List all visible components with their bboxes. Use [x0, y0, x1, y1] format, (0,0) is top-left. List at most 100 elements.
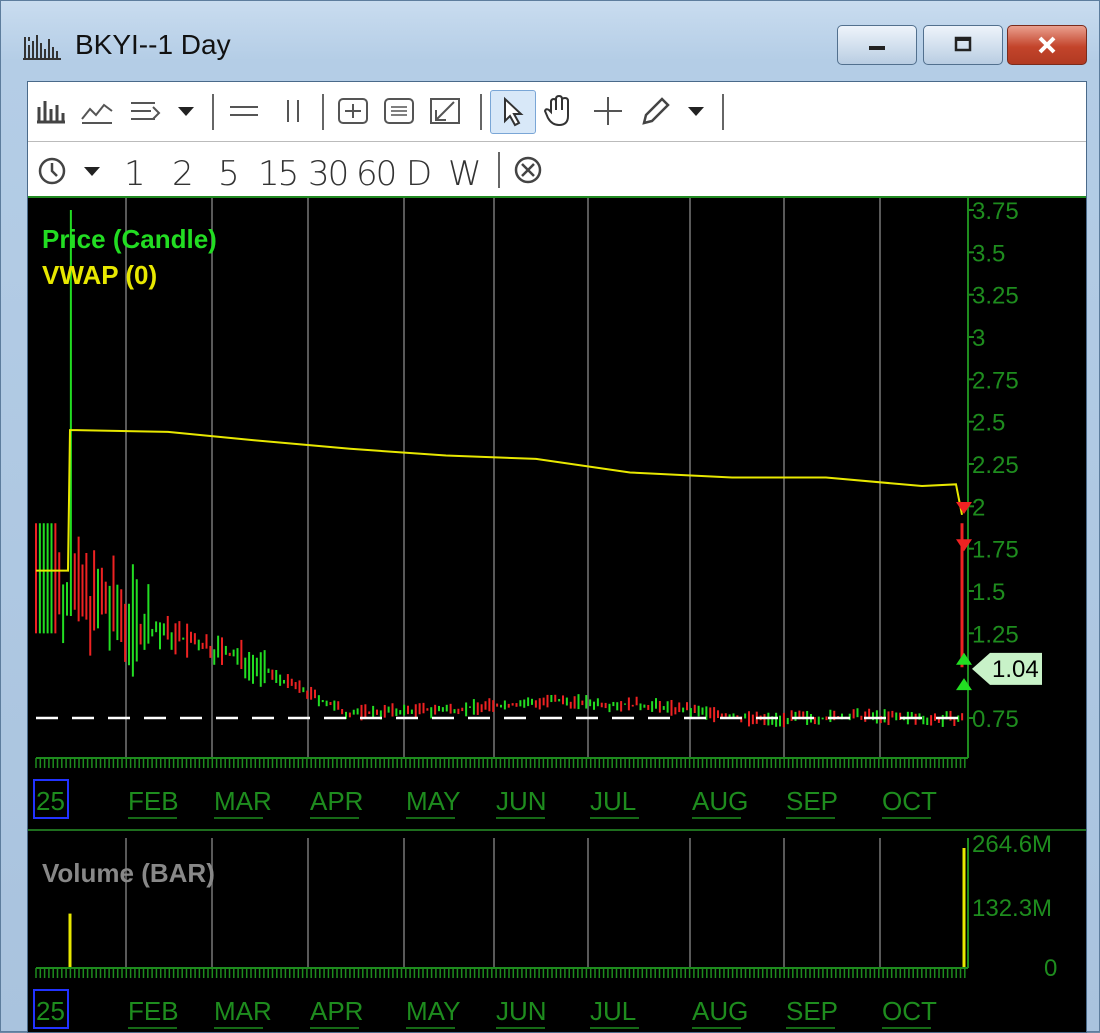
interval-60[interactable]: 60 [356, 154, 397, 194]
time-axis-label: JUL [590, 786, 636, 816]
crosshair-icon [594, 97, 622, 125]
interval-15[interactable]: 15 [258, 154, 299, 194]
price-tick-label: 3 [972, 325, 985, 352]
interval-1[interactable]: 1 [124, 154, 146, 194]
time-axis-label: JUN [496, 786, 547, 816]
price-tick-label: 2.5 [972, 410, 1005, 437]
dropdown-icon [178, 107, 194, 116]
separator [480, 94, 482, 130]
indicators-icon [81, 103, 113, 124]
maximize-icon [954, 36, 972, 52]
zoom-in-button[interactable] [334, 94, 372, 128]
time-axis-label: JUN [496, 996, 547, 1026]
fit-icon [430, 98, 460, 124]
pencil-dropdown[interactable] [684, 98, 708, 124]
separator [212, 94, 214, 130]
vertical-line-icon [287, 100, 299, 122]
indicators-button[interactable] [78, 94, 116, 128]
drawing-toolbar [28, 82, 1086, 142]
studies-dropdown[interactable] [174, 98, 198, 124]
chart-background [28, 198, 1086, 1032]
hand-icon [543, 94, 569, 127]
volume-tick-label: 132.3M [972, 895, 1052, 922]
vertical-line-button[interactable] [276, 94, 310, 128]
time-axis-label: MAY [406, 786, 460, 816]
interval-2[interactable]: 2 [172, 154, 194, 194]
time-axis-label: APR [310, 786, 363, 816]
time-axis-label: MAR [214, 996, 272, 1026]
price-tick-label: 3.25 [972, 283, 1019, 310]
minimize-icon [869, 46, 885, 50]
close-button[interactable] [1007, 25, 1087, 65]
crosshair-button[interactable] [590, 94, 626, 128]
price-tick-label: 2.25 [972, 452, 1019, 479]
time-axis-label: SEP [786, 786, 838, 816]
interval-clock-button[interactable] [34, 154, 70, 188]
minimize-button[interactable] [837, 25, 917, 65]
interval-toolbar: 1 2 5 15 30 60 D W [28, 142, 1086, 198]
chart-bars-icon [23, 35, 61, 60]
studies-button[interactable] [128, 94, 164, 128]
clock-icon [38, 157, 66, 185]
close-chart-button[interactable] [510, 152, 546, 188]
time-axis-label: APR [310, 996, 363, 1026]
time-axis-label: MAR [214, 786, 272, 816]
dropdown-icon [84, 167, 100, 176]
chart-type-icon [37, 101, 65, 124]
price-tick-label: 2.75 [972, 367, 1019, 394]
interval-dropdown[interactable] [80, 158, 104, 184]
title-bar[interactable]: BKYI--1 Day [1, 1, 1100, 81]
close-icon [1038, 36, 1056, 54]
interval-day[interactable]: D [406, 154, 432, 194]
volume-tick-label: 264.6M [972, 831, 1052, 858]
circle-x-icon [514, 156, 542, 184]
price-tick-label: 2 [972, 494, 985, 521]
zoom-out-icon [384, 98, 414, 124]
last-price-label: 1.04 [992, 656, 1039, 683]
horizontal-line-button[interactable] [224, 94, 264, 128]
chart-window: BKYI--1 Day 1 2 5 15 30 60 D W 3.75 3.5 … [0, 0, 1100, 1033]
time-axis-label: FEB [128, 786, 179, 816]
chart-canvas[interactable]: 3.753.53.2532.752.52.2521.751.51.250.75 … [28, 198, 1086, 1032]
pointer-button[interactable] [490, 90, 536, 134]
time-axis-label: FEB [128, 996, 179, 1026]
separator [722, 94, 724, 130]
interval-week[interactable]: W [448, 154, 482, 194]
price-tick-label: 3.5 [972, 240, 1005, 267]
time-axis-label: 25 [36, 786, 65, 816]
horizontal-line-icon [230, 106, 258, 116]
zoom-in-icon [338, 98, 368, 124]
chart-area: 1 2 5 15 30 60 D W 3.75 3.5 3.25 3 2.75 2.5 2.… [27, 81, 1087, 1033]
legend-vwap: VWAP (0) [42, 260, 157, 290]
price-tick-label: 1.25 [972, 621, 1019, 648]
legend-volume: Volume (BAR) [42, 858, 215, 888]
time-axis-label: MAY [406, 996, 460, 1026]
separator [498, 152, 500, 188]
zoom-out-button[interactable] [380, 94, 418, 128]
time-axis-label: OCT [882, 996, 937, 1026]
pencil-button[interactable] [636, 94, 674, 130]
time-axis-label: OCT [882, 786, 937, 816]
time-axis-label: AUG [692, 996, 748, 1026]
fit-button[interactable] [426, 94, 464, 128]
chart-type-button[interactable] [34, 94, 68, 128]
hand-button[interactable] [540, 92, 578, 130]
time-axis-label: 25 [36, 996, 65, 1026]
time-axis-label: SEP [786, 996, 838, 1026]
volume-time-axis: 25 FEB MAR APR MAY JUN JUL AUG SEP OCT [33, 967, 968, 1029]
price-tick-label: 1.5 [972, 579, 1005, 606]
price-tick-label: 3.75 [972, 198, 1019, 225]
pencil-icon [642, 97, 670, 125]
interval-5[interactable]: 5 [218, 154, 240, 194]
maximize-button[interactable] [923, 25, 1003, 65]
price-tick-label: 0.75 [972, 706, 1019, 733]
time-axis-label: JUL [590, 996, 636, 1026]
window-title: BKYI--1 Day [75, 29, 231, 60]
price-time-axis: 25 FEB MAR APR MAY JUN JUL AUG SEP OCT [33, 757, 968, 819]
separator [322, 94, 324, 130]
dropdown-icon [688, 107, 704, 116]
pointer-icon [504, 96, 524, 127]
legend-price: Price (Candle) [42, 224, 217, 254]
interval-30[interactable]: 30 [308, 154, 349, 194]
price-tick-label: 1.75 [972, 537, 1019, 564]
